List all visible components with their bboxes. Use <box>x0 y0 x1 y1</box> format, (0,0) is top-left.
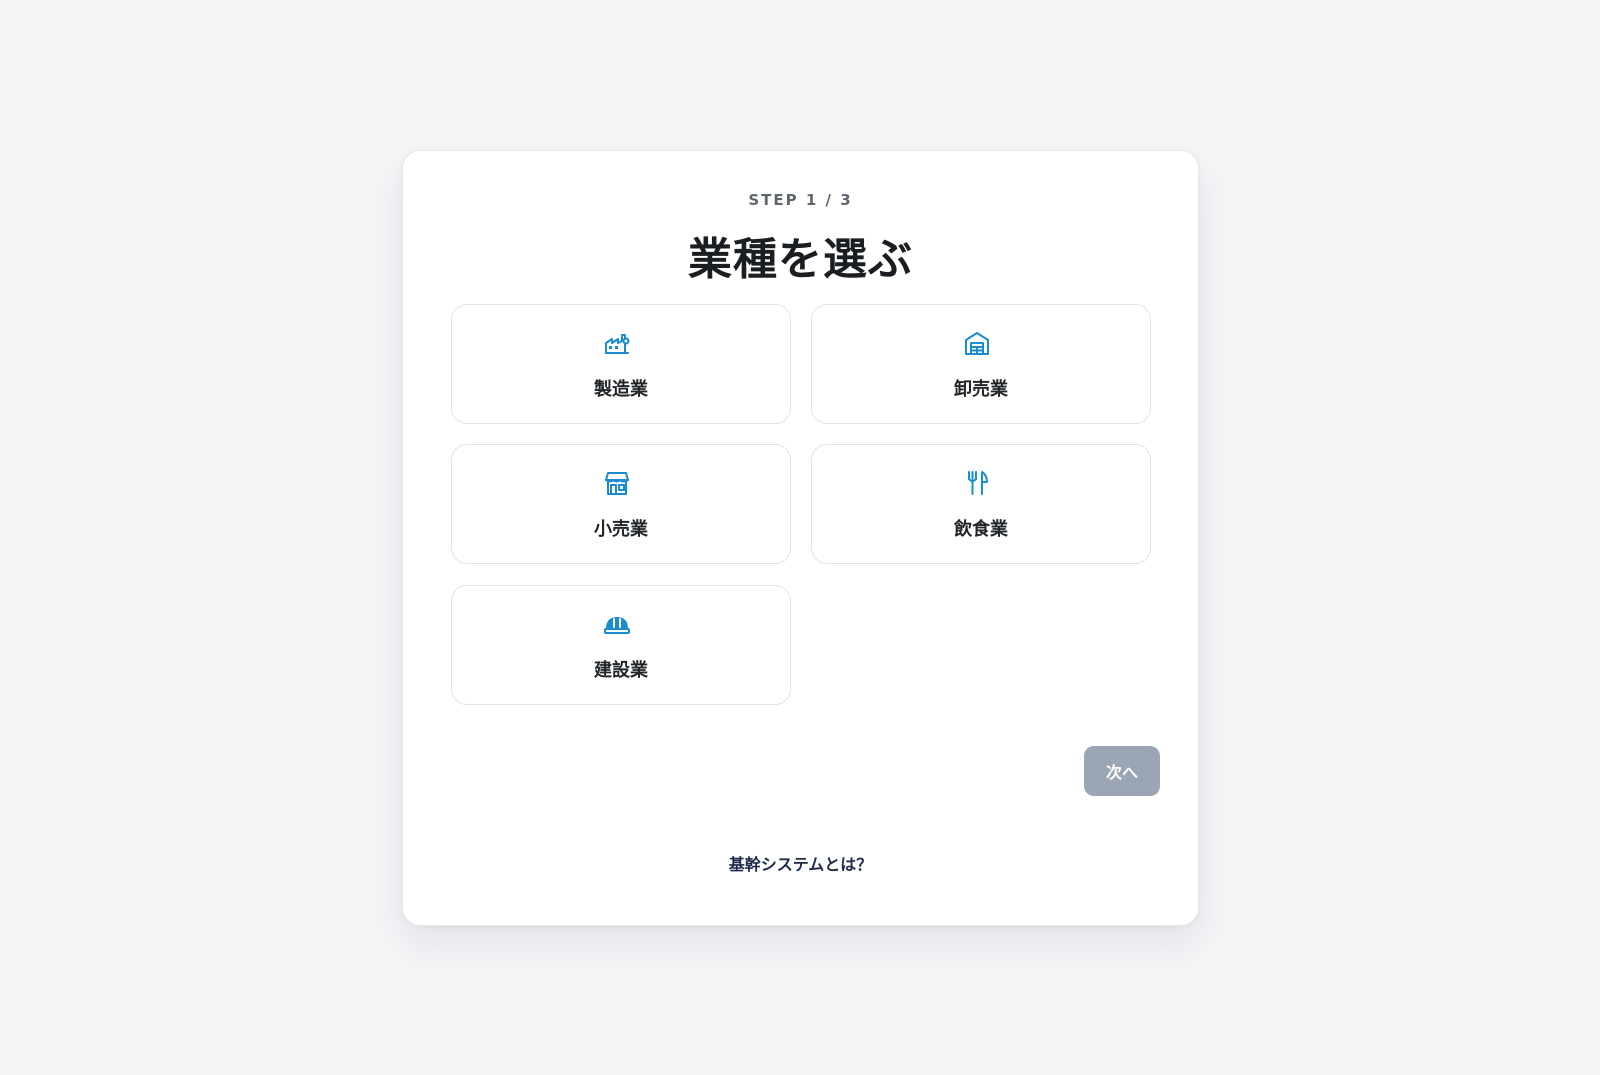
industry-option-label: 製造業 <box>594 379 648 400</box>
warehouse-icon <box>963 329 991 357</box>
page-title: 業種を選ぶ <box>688 234 913 285</box>
industry-option-manufacturing[interactable]: 製造業 <box>451 304 791 424</box>
industry-option-wholesale[interactable]: 卸売業 <box>811 304 1151 424</box>
industry-selection-card: STEP 1 / 3 業種を選ぶ 製造業 卸売業 小売業 飲食業 建設業 次へ … <box>402 150 1199 926</box>
step-indicator: STEP 1 / 3 <box>748 191 853 209</box>
industry-option-label: 飲食業 <box>954 519 1008 540</box>
hard-hat-icon <box>603 610 631 638</box>
page-background: STEP 1 / 3 業種を選ぶ 製造業 卸売業 小売業 飲食業 建設業 次へ … <box>0 0 1600 1075</box>
industry-option-label: 小売業 <box>594 519 648 540</box>
industry-option-retail[interactable]: 小売業 <box>451 444 791 564</box>
help-link[interactable]: 基幹システムとは？ <box>403 851 1198 875</box>
industry-option-label: 卸売業 <box>954 379 1008 400</box>
industry-option-label: 建設業 <box>594 660 648 681</box>
fork-knife-icon <box>963 469 991 497</box>
storefront-icon <box>603 469 631 497</box>
next-button[interactable]: 次へ <box>1084 746 1160 796</box>
industry-option-construction[interactable]: 建設業 <box>451 585 791 705</box>
industry-option-restaurant[interactable]: 飲食業 <box>811 444 1151 564</box>
factory-icon <box>603 329 631 357</box>
